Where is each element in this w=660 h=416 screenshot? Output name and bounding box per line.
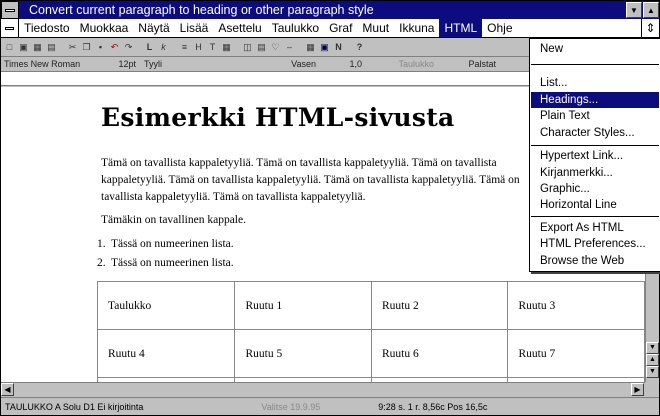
open-icon[interactable]: ▣ — [17, 41, 30, 54]
undo-icon[interactable]: ↶ — [108, 41, 121, 54]
doc-heading: Esimerkki HTML-sivusta — [101, 103, 455, 132]
status-date: Valitse 19.9.95 — [261, 401, 321, 412]
menu-taulukko[interactable]: Taulukko — [267, 19, 324, 37]
menu-muut[interactable]: Muut — [357, 19, 394, 37]
menu-html[interactable]: HTML — [439, 19, 483, 37]
doc-paragraph-2: Tämäkin on tavallinen kappale. — [101, 214, 246, 226]
menu-item-export-html[interactable]: Export As HTML — [531, 220, 659, 236]
menu-separator — [531, 64, 659, 65]
menu-item-list[interactable]: List... — [531, 75, 659, 91]
page-up-icon[interactable]: ▲ — [646, 354, 659, 366]
list-item: 1. Tässä on numeerinen lista. — [97, 238, 234, 250]
size-select[interactable]: 12pt — [91, 58, 139, 70]
table-select[interactable]: Taulukko — [367, 58, 437, 70]
window-title: Convert current paragraph to heading or … — [29, 3, 374, 17]
line-icon[interactable]: – — [283, 41, 296, 54]
menu-item-new[interactable]: New — [531, 41, 659, 57]
menu-item-html-preferences[interactable]: HTML Preferences... — [531, 236, 659, 252]
menu-item-horizontal-line[interactable]: Horizontal Line — [531, 197, 659, 213]
paste-icon[interactable]: ▪ — [94, 41, 107, 54]
table-insert-icon[interactable]: ▦ — [220, 41, 233, 54]
doc-paragraph-1: Tämä on tavallista kappaletyyliä. Tämä o… — [101, 157, 520, 203]
redo-icon[interactable]: ↷ — [122, 41, 135, 54]
menu-bar: Tiedosto Muokkaa Näytä Lisää Asettelu Ta… — [1, 19, 659, 38]
table-cell[interactable]: Ruutu 5 — [234, 329, 372, 378]
menu-lisaa[interactable]: Lisää — [175, 19, 214, 37]
table-row: Taulukko Ruutu 1 Ruutu 2 Ruutu 3 — [96, 281, 645, 330]
menu-item-headings[interactable]: Headings... — [531, 92, 659, 108]
scroll-down-icon[interactable]: ▼ — [646, 342, 659, 354]
spacing-select[interactable]: 1,0 — [321, 58, 365, 70]
maximize-button[interactable]: ▲ — [643, 2, 659, 18]
menu-item-hypertext-link[interactable]: Hypertext Link... — [531, 148, 659, 164]
restore-icon[interactable]: ⇕ — [641, 19, 659, 37]
scroll-right-icon[interactable]: ▶ — [631, 383, 644, 396]
table-cell[interactable]: Ruutu 7 — [507, 329, 645, 378]
frame-icon[interactable]: ◫ — [241, 41, 254, 54]
menu-separator — [531, 145, 659, 146]
table-cell[interactable]: Taulukko — [96, 281, 236, 330]
italic-icon[interactable]: k — [157, 41, 170, 54]
menu-item-graphic[interactable]: Graphic... — [531, 181, 659, 197]
bold-icon[interactable]: L — [143, 41, 156, 54]
menu-ohje[interactable]: Ohje — [482, 19, 517, 37]
document-system-menu[interactable] — [1, 19, 19, 37]
status-bar: TAULUKKO A Solu D1 Ei kirjoitinta Valits… — [1, 397, 659, 415]
menu-separator — [531, 216, 659, 217]
menu-tiedosto[interactable]: Tiedosto — [19, 19, 75, 37]
page-down-icon[interactable]: ▼ — [646, 366, 659, 378]
table-cell[interactable]: Ruutu 4 — [96, 329, 236, 378]
menu-ikkuna[interactable]: Ikkuna — [394, 19, 439, 37]
menu-nayta[interactable]: Näytä — [133, 19, 174, 37]
doc-table: Taulukko Ruutu 1 Ruutu 2 Ruutu 3 Ruutu 4… — [96, 281, 645, 382]
copy-icon[interactable]: ❐ — [80, 41, 93, 54]
table-row: Ruutu 4 Ruutu 5 Ruutu 6 Ruutu 7 — [96, 329, 645, 378]
status-cell: TAULUKKO A Solu D1 Ei kirjoitinta — [5, 401, 144, 412]
html-menu-dropdown: New List... Headings... Plain Text Chara… — [529, 38, 660, 272]
menu-item-browse-web[interactable]: Browse the Web — [531, 253, 659, 269]
menu-muokkaa[interactable]: Muokkaa — [75, 19, 134, 37]
table-cell[interactable]: Ruutu 3 — [507, 281, 645, 330]
font-select[interactable]: Times New Roman — [1, 58, 89, 70]
horizontal-scrollbar[interactable]: ◀ ▶ — [1, 382, 645, 396]
menu-asettelu[interactable]: Asettelu — [213, 19, 266, 37]
style-select[interactable]: Tyyli — [141, 58, 231, 70]
text-icon[interactable]: T — [206, 41, 219, 54]
menu-graf[interactable]: Graf — [324, 19, 357, 37]
list-item: 2. Tässä on numeerinen lista. — [97, 257, 234, 269]
table-cell[interactable]: Ruutu 6 — [370, 329, 509, 378]
system-menu-button[interactable] — [1, 1, 19, 19]
columns-select[interactable]: Palstat — [439, 58, 499, 70]
table-cell[interactable]: Ruutu 1 — [234, 281, 372, 330]
title-bar: Convert current paragraph to heading or … — [1, 1, 659, 19]
heading-icon[interactable]: H — [192, 41, 205, 54]
minimize-button[interactable]: ▼ — [626, 2, 642, 18]
scroll-left-icon[interactable]: ◀ — [1, 383, 14, 396]
align-select[interactable]: Vasen — [233, 58, 319, 70]
new-doc-icon[interactable]: □ — [3, 41, 16, 54]
cut-icon[interactable]: ✂ — [66, 41, 79, 54]
status-position: 9:28 s. 1 r. 8,56c Pos 16,5c — [378, 401, 488, 412]
save-icon[interactable]: ▦ — [31, 41, 44, 54]
shape-icon[interactable]: ♡ — [269, 41, 282, 54]
table-cell[interactable]: Ruutu 2 — [370, 281, 509, 330]
print-icon[interactable]: ▤ — [45, 41, 58, 54]
menu-item-character-styles[interactable]: Character Styles... — [531, 125, 659, 141]
application-window: Convert current paragraph to heading or … — [0, 0, 660, 416]
image-icon[interactable]: ▦ — [304, 41, 317, 54]
menu-item-kirjanmerkki[interactable]: Kirjanmerkki... — [531, 165, 659, 181]
chart-icon[interactable]: ▤ — [255, 41, 268, 54]
bullet-list-icon[interactable]: ≡ — [178, 41, 191, 54]
browse-icon[interactable]: ▣ — [318, 41, 331, 54]
help-icon[interactable]: ? — [353, 41, 366, 54]
menu-item-plain-text[interactable]: Plain Text — [531, 108, 659, 124]
normal-icon[interactable]: N — [332, 41, 345, 54]
